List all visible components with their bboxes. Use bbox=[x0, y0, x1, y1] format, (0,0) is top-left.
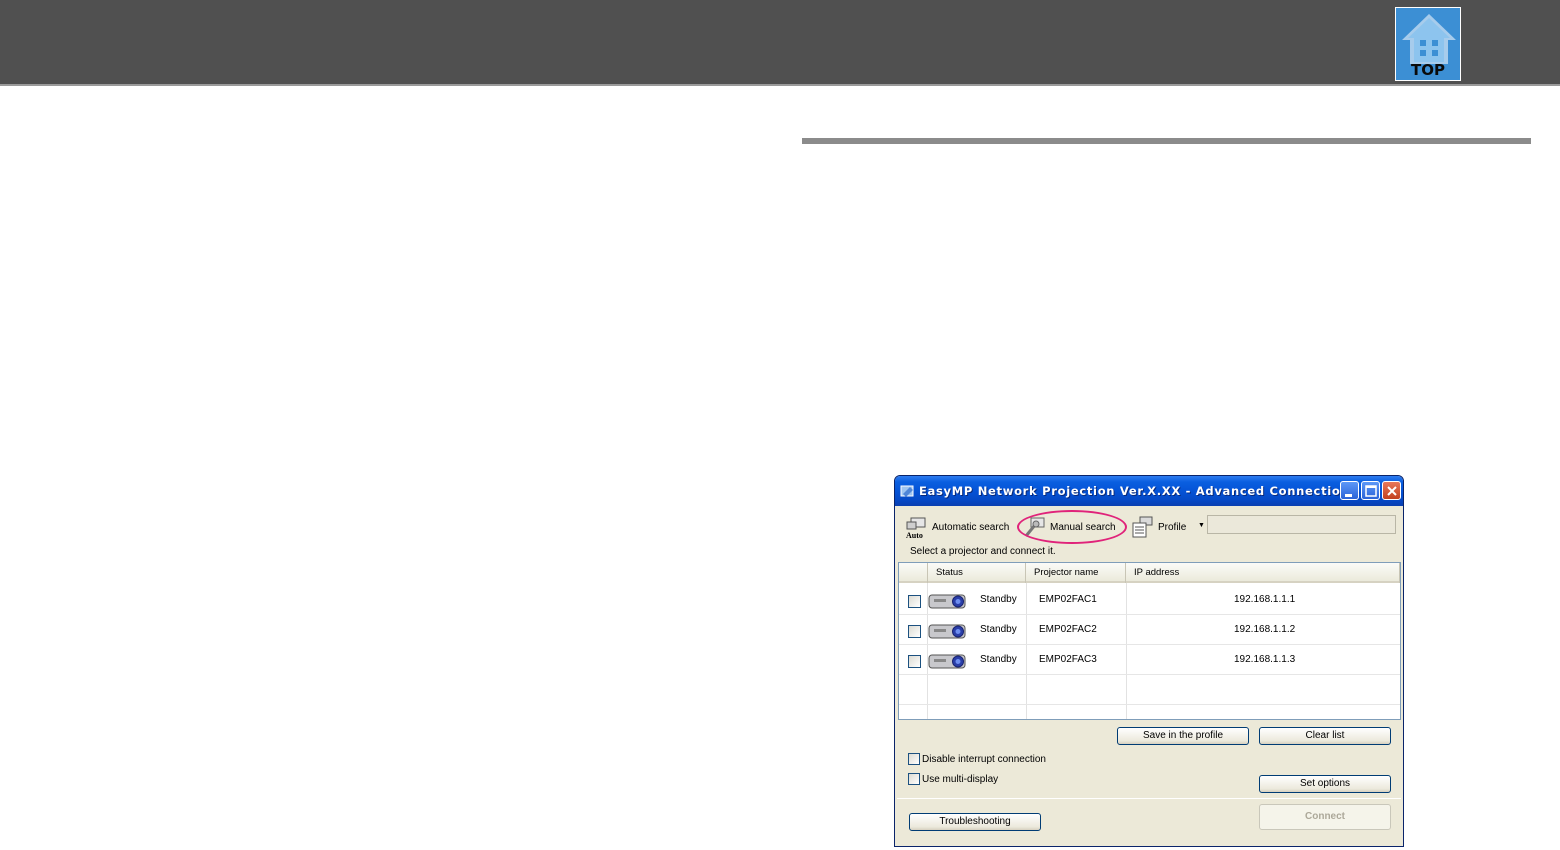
projector-icon bbox=[928, 594, 966, 609]
page: TOP EasyMP Network Projection Ver.X.XX -… bbox=[0, 0, 1560, 850]
window-title: EasyMP Network Projection Ver.X.XX - Adv… bbox=[919, 484, 1360, 498]
automatic-search-button[interactable]: Auto Automatic search bbox=[905, 514, 1009, 540]
row-status: Standby bbox=[980, 624, 1017, 635]
header-ip-address[interactable]: IP address bbox=[1126, 563, 1400, 583]
window-titlebar[interactable]: EasyMP Network Projection Ver.X.XX - Adv… bbox=[895, 476, 1403, 506]
header-check-column[interactable] bbox=[899, 563, 928, 583]
projector-icon bbox=[928, 624, 966, 639]
troubleshooting-button[interactable]: Troubleshooting bbox=[909, 813, 1041, 831]
row-status: Standby bbox=[980, 594, 1017, 605]
profile-path-field[interactable] bbox=[1207, 515, 1396, 534]
close-icon bbox=[1387, 486, 1397, 496]
table-row[interactable]: Standby EMP02FAC2 192.168.1.1.2 bbox=[899, 615, 1400, 645]
multi-display-checkbox[interactable] bbox=[908, 773, 920, 785]
row-ip-address: 192.168.1.1.1 bbox=[1234, 594, 1296, 605]
row-projector-name: EMP02FAC2 bbox=[1039, 624, 1097, 635]
maximize-icon bbox=[1365, 485, 1377, 497]
header-projector-name[interactable]: Projector name bbox=[1026, 563, 1126, 583]
set-options-button[interactable]: Set options bbox=[1259, 775, 1391, 793]
multi-display-option[interactable]: Use multi-display bbox=[908, 773, 998, 785]
header-bar: TOP bbox=[0, 0, 1560, 86]
row-checkbox[interactable] bbox=[908, 625, 921, 638]
multi-display-label: Use multi-display bbox=[922, 773, 999, 785]
footer-separator bbox=[897, 798, 1401, 799]
profile-label: Profile bbox=[1158, 521, 1187, 533]
close-button[interactable] bbox=[1382, 481, 1401, 500]
app-icon bbox=[900, 485, 914, 497]
automatic-search-label: Automatic search bbox=[932, 521, 1010, 533]
advanced-connection-window: EasyMP Network Projection Ver.X.XX - Adv… bbox=[894, 475, 1404, 847]
table-row-empty bbox=[899, 675, 1400, 705]
auto-search-icon: Auto bbox=[906, 517, 926, 539]
minimize-icon bbox=[1345, 494, 1352, 497]
row-status: Standby bbox=[980, 654, 1017, 665]
projector-icon bbox=[928, 654, 966, 669]
instruction-text: Select a projector and connect it. bbox=[910, 546, 1056, 557]
manual-search-label: Manual search bbox=[1050, 521, 1116, 533]
profile-button[interactable]: Profile bbox=[1131, 514, 1186, 540]
section-rule bbox=[802, 138, 1531, 144]
disable-interrupt-label: Disable interrupt connection bbox=[922, 753, 1046, 765]
profile-dropdown-arrow-icon[interactable]: ▼ bbox=[1198, 522, 1205, 529]
auto-icon-text: Auto bbox=[906, 531, 923, 539]
header-status[interactable]: Status bbox=[928, 563, 1026, 583]
profile-icon bbox=[1132, 516, 1153, 538]
list-header: Status Projector name IP address bbox=[899, 563, 1400, 583]
save-in-profile-button[interactable]: Save in the profile bbox=[1117, 727, 1249, 745]
maximize-button[interactable] bbox=[1361, 481, 1380, 500]
row-ip-address: 192.168.1.1.2 bbox=[1234, 624, 1296, 635]
minimize-button[interactable] bbox=[1340, 481, 1359, 500]
row-checkbox[interactable] bbox=[908, 655, 921, 668]
row-ip-address: 192.168.1.1.3 bbox=[1234, 654, 1296, 665]
top-label: TOP bbox=[1411, 61, 1445, 79]
projector-list[interactable]: Status Projector name IP address Standby… bbox=[898, 562, 1401, 720]
top-button[interactable]: TOP bbox=[1395, 7, 1461, 81]
disable-interrupt-checkbox[interactable] bbox=[908, 753, 920, 765]
manual-search-icon bbox=[1024, 517, 1045, 537]
row-checkbox[interactable] bbox=[908, 595, 921, 608]
disable-interrupt-option[interactable]: Disable interrupt connection bbox=[908, 753, 1046, 765]
clear-list-button[interactable]: Clear list bbox=[1259, 727, 1391, 745]
table-row[interactable]: Standby EMP02FAC3 192.168.1.1.3 bbox=[899, 645, 1400, 675]
manual-search-button[interactable]: Manual search bbox=[1023, 514, 1116, 540]
table-row[interactable]: Standby EMP02FAC1 192.168.1.1.1 bbox=[899, 585, 1400, 615]
row-projector-name: EMP02FAC1 bbox=[1039, 594, 1097, 605]
row-projector-name: EMP02FAC3 bbox=[1039, 654, 1097, 665]
connect-button[interactable]: Connect bbox=[1259, 804, 1391, 830]
